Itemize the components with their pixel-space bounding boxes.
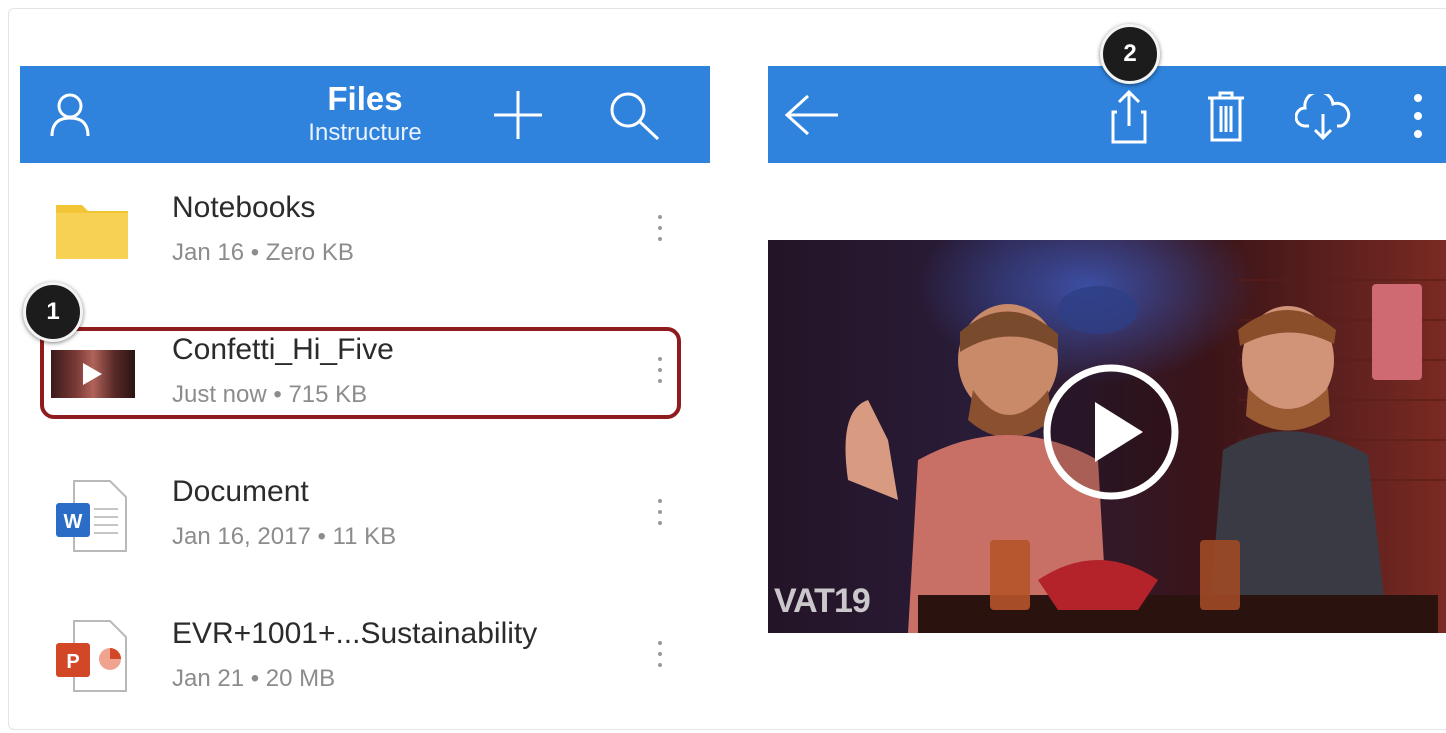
add-icon[interactable] [492,89,544,141]
video-preview[interactable]: VAT19 [768,240,1446,633]
file-meta: Jan 21 • 20 MB [172,665,336,692]
share-icon[interactable] [1109,88,1149,144]
files-toolbar: Files Instructure [20,66,710,163]
callout-badge-2: 2 [1100,24,1160,84]
play-button[interactable] [1041,362,1181,502]
list-item[interactable]: P EVR+1001+...Sustainability Jan 21 • 20… [20,591,710,733]
file-name: Document [172,475,309,508]
folder-icon [56,205,128,259]
more-options-icon[interactable] [1410,92,1426,142]
file-meta: Jan 16 • Zero KB [172,239,354,266]
download-icon[interactable] [1295,94,1351,140]
page-subtitle: Instructure [308,119,422,146]
page-title: Files [327,80,403,117]
list-item[interactable]: W Document Jan 16, 2017 • 11 KB [20,449,710,591]
page-title-block: Files Instructure [270,80,460,148]
more-options-icon[interactable] [650,215,670,251]
powerpoint-icon: P [56,620,127,692]
profile-icon[interactable] [48,92,92,138]
callout-badge-1: 1 [23,282,83,342]
file-name: EVR+1001+...Sustainability [172,617,538,650]
selected-file-highlight [40,327,681,419]
search-icon[interactable] [608,90,662,142]
svg-text:W: W [64,511,83,533]
more-options-icon[interactable] [650,641,670,677]
preview-toolbar [768,66,1446,163]
word-document-icon: W [56,480,127,552]
more-options-icon[interactable] [650,499,670,535]
video-watermark: VAT19 [774,582,871,620]
file-name: Notebooks [172,191,316,224]
back-arrow-icon[interactable] [784,94,840,136]
file-meta: Jan 16, 2017 • 11 KB [172,523,397,550]
delete-icon[interactable] [1206,90,1246,142]
svg-text:P: P [66,651,79,673]
list-item[interactable]: Notebooks Jan 16 • Zero KB [20,165,710,307]
